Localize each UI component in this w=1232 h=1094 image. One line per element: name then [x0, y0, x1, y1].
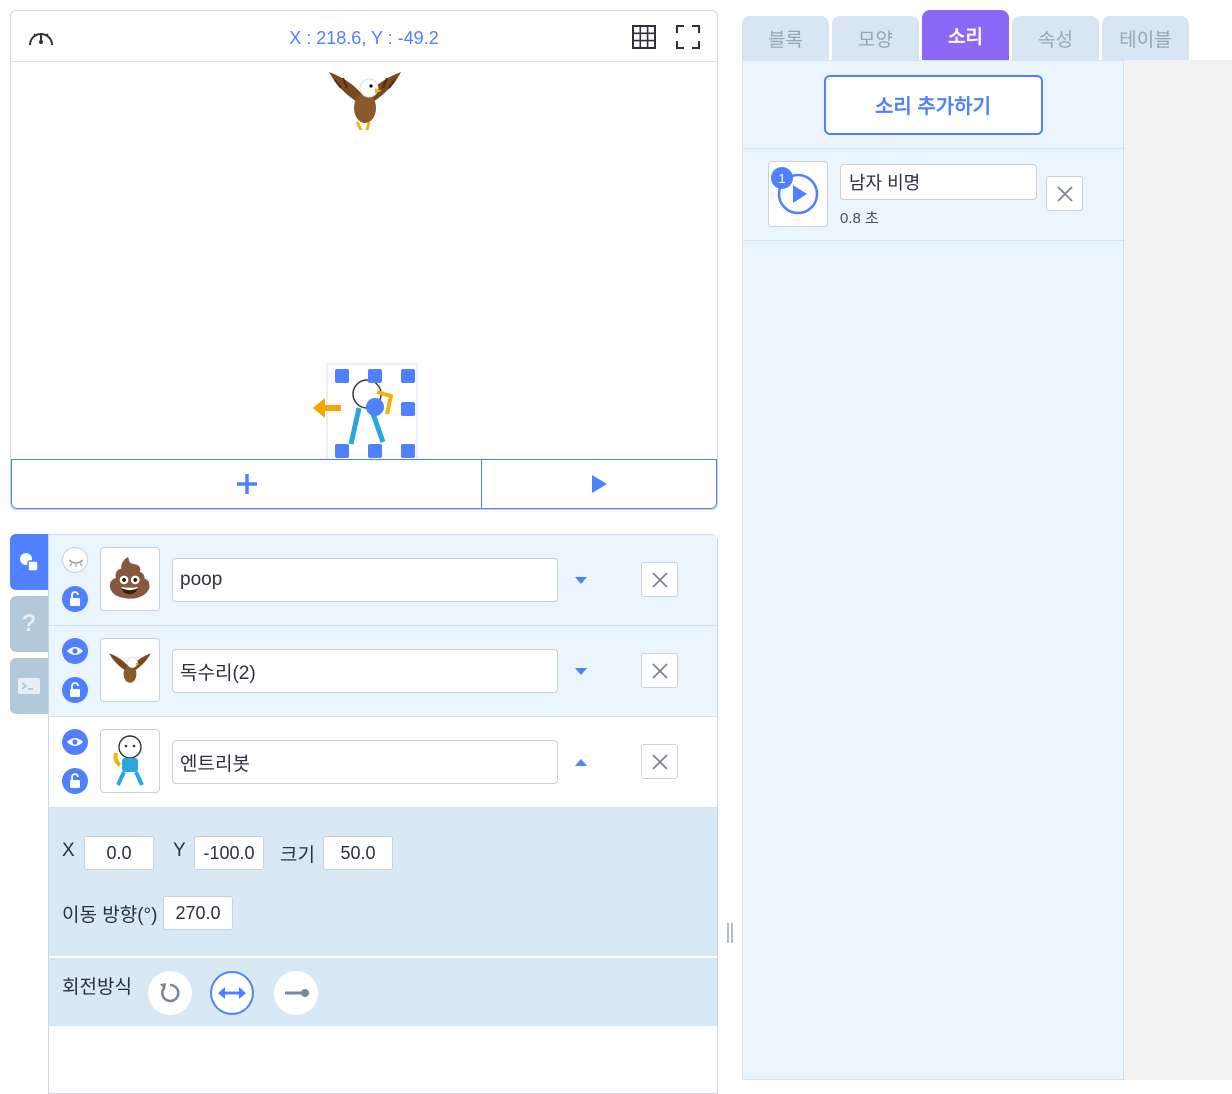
close-icon — [651, 662, 668, 679]
workspace-area — [1124, 60, 1232, 1080]
x-label: X — [62, 840, 75, 861]
tab-shapes[interactable]: 모양 — [832, 16, 919, 60]
collapse-up-icon[interactable] — [573, 755, 589, 769]
stage-footer — [11, 459, 717, 509]
add-sound-button[interactable]: 소리 추가하기 — [823, 74, 1043, 135]
side-tabs: ? — [10, 534, 48, 720]
help-icon: ? — [21, 610, 37, 637]
visibility-toggle[interactable] — [62, 547, 88, 573]
tab-tables[interactable]: 테이블 — [1102, 16, 1189, 60]
add-icon — [236, 474, 257, 494]
close-icon — [1056, 185, 1073, 202]
object-thumbnail — [100, 729, 160, 793]
stage-header: X : 218.6, Y : -49.2 — [11, 11, 717, 62]
object-thumbnail: 💩 — [100, 547, 160, 611]
eagle-icon — [109, 653, 151, 683]
delete-object-button[interactable] — [641, 562, 678, 597]
entrybot-icon — [113, 735, 144, 786]
unlock-icon — [70, 591, 80, 606]
visibility-toggle[interactable] — [62, 729, 88, 755]
tab-sounds[interactable]: 소리 — [922, 10, 1009, 60]
mouse-coordinates: X : 218.6, Y : -49.2 — [289, 28, 439, 48]
add-object-button[interactable] — [12, 460, 482, 508]
lock-toggle[interactable] — [62, 768, 88, 794]
y-label: Y — [173, 840, 186, 861]
sound-panel: 소리 추가하기 1 0.8 초 — [742, 60, 1124, 1080]
object-properties: X Y 크기 이동 방향(°) — [49, 808, 717, 958]
object-row[interactable] — [49, 626, 717, 717]
arrow-left-right-icon — [218, 987, 246, 999]
sound-duration: 0.8 초 — [840, 210, 879, 227]
play-icon — [592, 475, 607, 493]
tab-attributes[interactable]: 속성 — [1012, 16, 1099, 60]
eye-icon — [67, 647, 83, 655]
object-thumbnail — [100, 638, 160, 702]
size-input[interactable] — [323, 836, 393, 870]
tab-console[interactable] — [10, 658, 48, 714]
rotation-none-button[interactable] — [274, 971, 318, 1015]
objects-icon — [20, 553, 39, 572]
rotation-label: 회전방식 — [62, 977, 132, 998]
workspace-tabs: 블록 모양 소리 속성 테이블 — [742, 10, 1192, 60]
direction-label: 이동 방향(°) — [62, 905, 158, 926]
close-icon — [651, 753, 668, 770]
object-list-panel: 💩 poop 독수리(2) 엔트리봇 X 0.0 Y -100.0 크기 50.… — [48, 534, 718, 1094]
delete-sound-button[interactable] — [1046, 176, 1083, 211]
visibility-toggle[interactable] — [62, 638, 88, 664]
sound-item[interactable]: 1 0.8 초 — [743, 149, 1123, 241]
console-icon — [18, 678, 40, 694]
eagle-sprite[interactable] — [327, 68, 403, 134]
object-name-input[interactable] — [172, 740, 558, 784]
expand-down-icon[interactable] — [573, 664, 589, 678]
size-label: 크기 — [280, 845, 315, 866]
stage-panel: X : 218.6, Y : -49.2 — [10, 10, 718, 510]
tab-blocks[interactable]: 블록 — [742, 16, 829, 60]
y-input[interactable] — [194, 836, 264, 870]
direction-input[interactable] — [163, 896, 233, 930]
lock-toggle[interactable] — [62, 586, 88, 612]
delete-object-button[interactable] — [641, 653, 678, 688]
eye-icon — [67, 738, 83, 746]
unlock-icon — [70, 682, 80, 697]
stage-canvas[interactable] — [11, 62, 717, 462]
no-rotate-icon — [285, 989, 309, 997]
lock-toggle[interactable] — [62, 677, 88, 703]
add-sound-area: 소리 추가하기 — [743, 61, 1123, 149]
rotation-horizontal-button[interactable] — [210, 971, 254, 1015]
sound-name-input[interactable] — [840, 164, 1037, 200]
x-input[interactable] — [84, 836, 154, 870]
eye-closed-icon — [68, 559, 84, 567]
object-name-input[interactable] — [172, 649, 558, 693]
tab-help[interactable]: ? — [10, 596, 48, 652]
sound-index-badge: 1 — [771, 167, 793, 189]
grid-icon[interactable] — [631, 24, 657, 50]
rotation-free-button[interactable] — [148, 971, 192, 1015]
delete-object-button[interactable] — [641, 744, 678, 779]
close-icon — [651, 571, 668, 588]
tab-objects[interactable] — [10, 534, 48, 590]
expand-down-icon[interactable] — [573, 573, 589, 587]
panel-resize-handle[interactable] — [726, 922, 734, 944]
object-row[interactable]: 💩 — [49, 535, 717, 626]
poop-icon: 💩 — [106, 558, 154, 600]
start-button[interactable] — [482, 460, 716, 508]
fullscreen-icon[interactable] — [675, 24, 701, 50]
rotate-icon — [160, 983, 180, 1003]
entrybot-sprite[interactable] — [311, 352, 421, 462]
unlock-icon — [70, 773, 80, 788]
object-name-input[interactable] — [172, 558, 558, 602]
rotation-mode-row: 회전방식 — [49, 958, 717, 1026]
object-row-selected[interactable] — [49, 717, 717, 808]
